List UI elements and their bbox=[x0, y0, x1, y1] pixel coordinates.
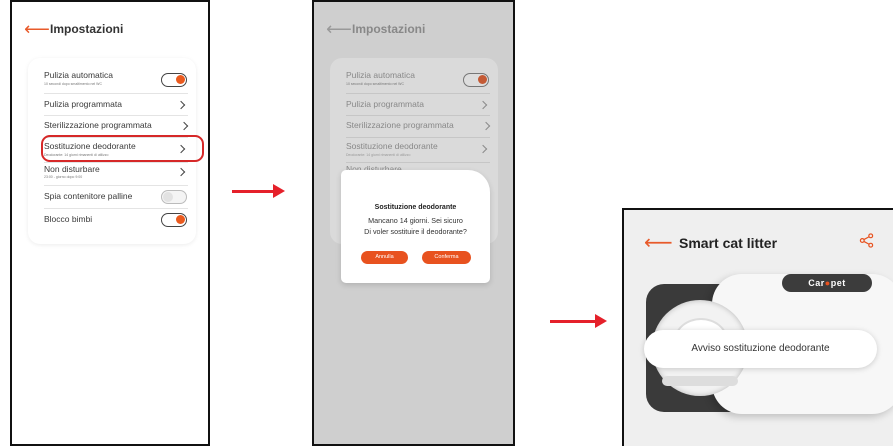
back-arrow-icon[interactable]: ⟵ bbox=[24, 20, 50, 38]
chevron-right-icon bbox=[481, 121, 491, 131]
setting-label: Pulizia automatica bbox=[346, 70, 415, 80]
share-icon[interactable] bbox=[859, 233, 875, 249]
toggle-knob bbox=[478, 75, 487, 84]
brand-prefix: Car bbox=[808, 278, 825, 288]
chevron-right-icon bbox=[179, 121, 189, 131]
divider bbox=[44, 115, 188, 116]
divider bbox=[346, 115, 490, 116]
ball-light-toggle[interactable] bbox=[161, 190, 187, 204]
setting-label: Sterilizzazione programmata bbox=[44, 120, 152, 130]
dialog-title: Sostituzione deodorante bbox=[374, 204, 457, 211]
toggle-knob bbox=[176, 75, 185, 84]
device-screen: ⟵ Smart cat litter Car●pet Avviso sostit… bbox=[622, 208, 893, 446]
setting-label: Sostituzione deodorante bbox=[346, 141, 438, 151]
confirm-dialog: Sostituzione deodorante Mancano 14 giorn… bbox=[341, 170, 490, 283]
setting-label: Spia contenitore palline bbox=[44, 191, 133, 201]
highlight-box bbox=[41, 135, 204, 162]
setting-scheduled-clean[interactable]: Pulizia programmata bbox=[28, 98, 196, 114]
chevron-right-icon bbox=[176, 100, 186, 110]
page-title: Impostazioni bbox=[352, 22, 426, 36]
setting-child-lock[interactable]: Blocco bimbi bbox=[28, 212, 196, 228]
setting-auto-clean[interactable]: Pulizia automatica 10 secondi dopo smalt… bbox=[28, 70, 196, 92]
setting-label: Pulizia automatica bbox=[44, 70, 113, 80]
chevron-right-icon bbox=[478, 100, 488, 110]
setting-sub: 10 secondi dopo smaltimento nel WC bbox=[346, 82, 404, 86]
toggle-knob bbox=[176, 215, 185, 224]
brand-badge: Car●pet bbox=[782, 274, 872, 292]
share-icon-glyph bbox=[859, 233, 874, 248]
divider bbox=[346, 162, 490, 163]
dialog-message-line: Mancano 14 giorni. Sei sicuro bbox=[368, 216, 463, 225]
flow-arrow bbox=[232, 184, 285, 198]
toggle-knob bbox=[163, 192, 173, 202]
confirm-button[interactable]: Conferma bbox=[422, 251, 471, 264]
setting-sub: 23:00 - giorno dopo 9:00 bbox=[44, 175, 83, 179]
setting-sub: 10 secondi dopo smaltimento nel WC bbox=[44, 82, 102, 86]
chevron-right-icon bbox=[478, 144, 488, 154]
setting-label: Pulizia programmata bbox=[44, 99, 122, 109]
device-title: Smart cat litter bbox=[679, 235, 778, 251]
setting-label: Sterilizzazione programmata bbox=[346, 120, 454, 130]
divider bbox=[44, 93, 188, 94]
divider bbox=[346, 93, 490, 94]
setting-label: Pulizia programmata bbox=[346, 99, 424, 109]
setting-sub: Deodorante: 14 giorni rimanenti di utili… bbox=[346, 153, 411, 157]
settings-screen: ⟵ Impostazioni Pulizia automatica 10 sec… bbox=[10, 0, 210, 446]
deodorant-notice-toast: Avviso sostituzione deodorante bbox=[644, 330, 877, 368]
back-arrow-icon[interactable]: ⟵ bbox=[644, 233, 673, 253]
setting-scheduled-sterilization[interactable]: Sterilizzazione programmata bbox=[28, 119, 196, 135]
setting-ball-container-light[interactable]: Spia contenitore palline bbox=[28, 190, 196, 206]
litter-box-base bbox=[662, 376, 738, 386]
page-title: Impostazioni bbox=[50, 22, 124, 36]
setting-do-not-disturb[interactable]: Non disturbare 23:00 - giorno dopo 9:00 bbox=[28, 164, 196, 184]
flow-arrow bbox=[550, 314, 607, 328]
divider bbox=[44, 185, 188, 186]
brand-suffix: pet bbox=[830, 278, 846, 288]
setting-label: Blocco bimbi bbox=[44, 214, 93, 224]
child-lock-toggle[interactable] bbox=[161, 213, 187, 227]
confirm-screen: ⟵ Impostazioni Pulizia automatica 10 sec… bbox=[312, 0, 515, 446]
settings-header: ⟵ Impostazioni bbox=[314, 2, 513, 58]
chevron-right-icon bbox=[176, 167, 186, 177]
dialog-message-line: Di voler sostituire il deodorante? bbox=[364, 227, 467, 236]
back-arrow-icon[interactable]: ⟵ bbox=[326, 20, 352, 38]
setting-deodorant-replacement: Sostituzione deodorante Deodorante: 14 g… bbox=[330, 141, 498, 161]
settings-header: ⟵ Impostazioni bbox=[12, 2, 208, 58]
cancel-button[interactable]: Annulla bbox=[361, 251, 408, 264]
dialog-message: Mancano 14 giorni. Sei sicuro Di voler s… bbox=[341, 215, 490, 237]
auto-clean-toggle bbox=[463, 73, 489, 87]
setting-auto-clean: Pulizia automatica 10 secondi dopo smalt… bbox=[330, 70, 498, 92]
divider bbox=[44, 208, 188, 209]
divider bbox=[346, 137, 490, 138]
setting-scheduled-clean: Pulizia programmata bbox=[330, 98, 498, 114]
auto-clean-toggle[interactable] bbox=[161, 73, 187, 87]
setting-label: Non disturbare bbox=[44, 164, 100, 174]
setting-scheduled-sterilization: Sterilizzazione programmata bbox=[330, 119, 498, 135]
divider bbox=[44, 162, 188, 163]
